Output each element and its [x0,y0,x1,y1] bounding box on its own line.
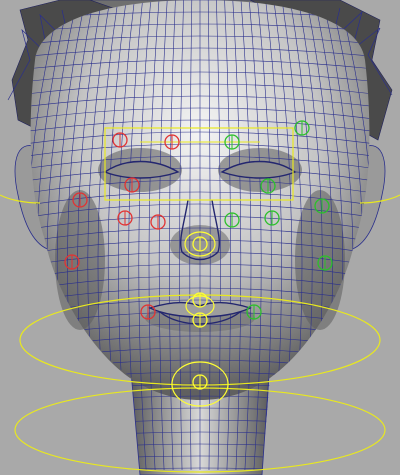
viewport-canvas[interactable] [0,0,400,475]
3d-viewport[interactable] [0,0,400,475]
